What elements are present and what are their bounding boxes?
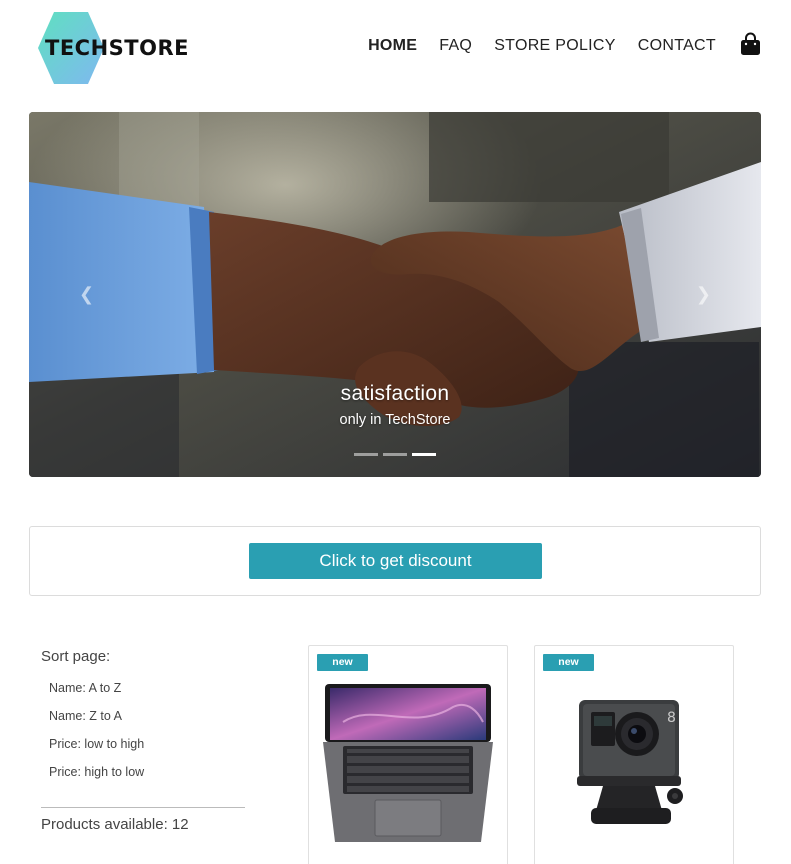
sort-panel: Sort page: Name: A to Z Name: Z to A Pri… xyxy=(41,648,246,793)
brand-name: TECHSTORE xyxy=(45,36,189,60)
new-badge: new xyxy=(543,654,594,671)
main-nav: HOME FAQ STORE POLICY CONTACT xyxy=(346,32,761,58)
brand-logo[interactable]: TECHSTORE xyxy=(36,10,189,86)
discount-panel: Click to get discount xyxy=(29,526,761,596)
sort-option-name-desc[interactable]: Name: Z to A xyxy=(49,709,246,737)
carousel-indicator-1[interactable] xyxy=(354,453,378,456)
divider xyxy=(41,807,245,808)
action-camera-image: 8 xyxy=(577,700,683,824)
site-header: TECHSTORE HOME FAQ STORE POLICY CONTACT xyxy=(0,0,791,100)
hero-title: satisfaction xyxy=(340,382,450,405)
nav-home[interactable]: HOME xyxy=(368,37,417,55)
hero-carousel[interactable]: ❮ ❯ satisfaction only in TechStore xyxy=(29,112,761,477)
products-count: Products available: 12 xyxy=(41,816,189,833)
carousel-indicator-2[interactable] xyxy=(383,453,407,456)
hero-subtitle: only in TechStore xyxy=(339,412,451,428)
product-card[interactable]: new 8 xyxy=(534,645,734,864)
carousel-indicators xyxy=(354,453,441,456)
sort-option-price-asc[interactable]: Price: low to high xyxy=(49,737,246,765)
sort-option-name-asc[interactable]: Name: A to Z xyxy=(49,681,246,709)
svg-text:8: 8 xyxy=(667,710,676,726)
shopping-bag-icon[interactable] xyxy=(740,32,761,56)
nav-faq[interactable]: FAQ xyxy=(439,37,472,55)
nav-contact[interactable]: CONTACT xyxy=(638,37,716,55)
get-discount-button[interactable]: Click to get discount xyxy=(249,543,542,579)
sort-option-price-desc[interactable]: Price: high to low xyxy=(49,765,246,793)
chevron-left-icon[interactable]: ❮ xyxy=(79,284,94,305)
sort-title: Sort page: xyxy=(41,648,111,665)
chevron-right-icon[interactable]: ❯ xyxy=(696,284,711,305)
product-card[interactable]: new xyxy=(308,645,508,864)
nav-store-policy[interactable]: STORE POLICY xyxy=(494,37,616,55)
sort-options: Name: A to Z Name: Z to A Price: low to … xyxy=(41,681,246,793)
new-badge: new xyxy=(317,654,368,671)
carousel-indicator-3[interactable] xyxy=(412,453,436,456)
laptop-image xyxy=(323,684,493,842)
